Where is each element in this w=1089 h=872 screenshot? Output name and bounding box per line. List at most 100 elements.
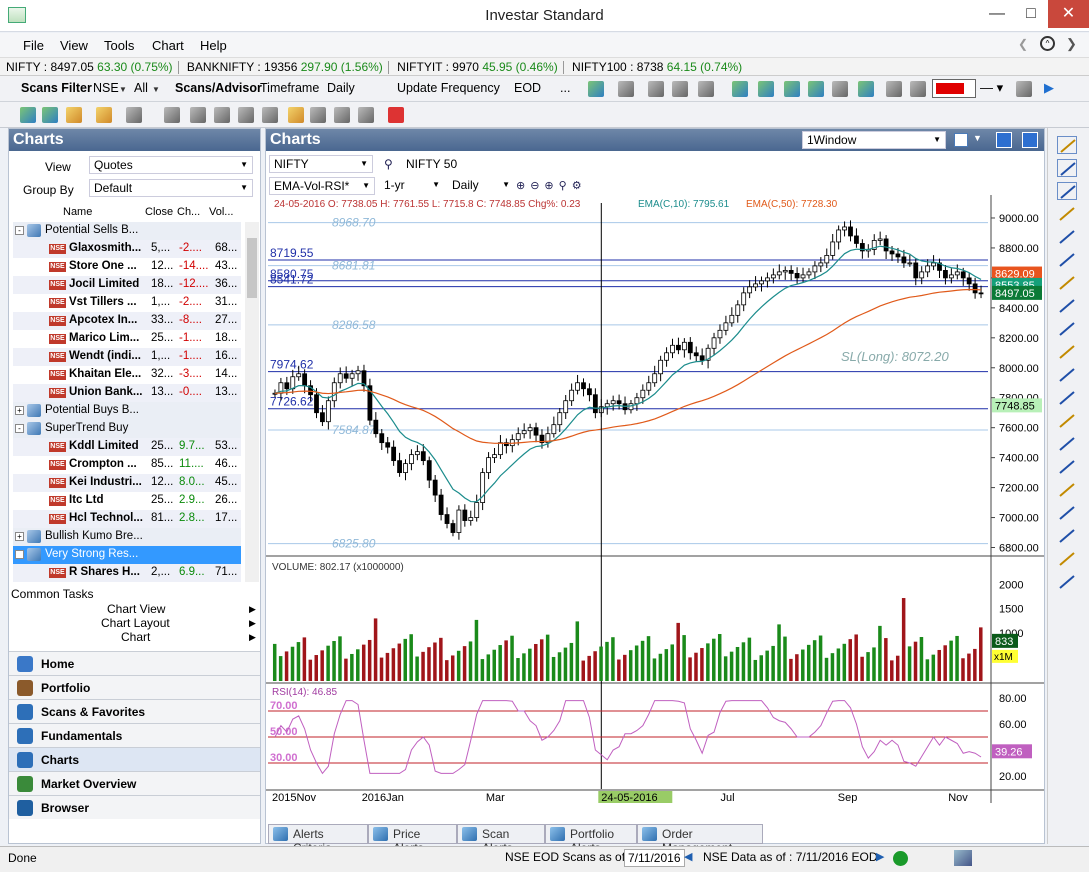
cursor-tool-icon[interactable] bbox=[1057, 136, 1077, 154]
crosshair-tool-icon[interactable] bbox=[1057, 159, 1077, 177]
table-row[interactable]: NSE Kddl Limited 25... 9.7... 53... bbox=[13, 438, 241, 456]
notes-icon[interactable] bbox=[910, 81, 926, 97]
more-button[interactable]: ... bbox=[560, 81, 570, 95]
cursor-icon[interactable] bbox=[648, 81, 664, 97]
nav-portfolio[interactable]: Portfolio bbox=[9, 675, 260, 699]
table-row[interactable]: NSE Crompton ... 85... 11.... 46... bbox=[13, 456, 241, 474]
study-icon[interactable] bbox=[758, 81, 774, 97]
color-picker[interactable] bbox=[932, 79, 976, 98]
task-chart-view[interactable]: Chart View bbox=[107, 602, 165, 616]
menu-tools[interactable]: Tools bbox=[104, 38, 134, 53]
sync-icon[interactable] bbox=[214, 107, 230, 123]
expand-icon[interactable]: + bbox=[15, 532, 24, 541]
print-icon[interactable] bbox=[698, 81, 714, 97]
tab-order-management[interactable]: Order Management bbox=[637, 824, 763, 855]
chevron-down-icon[interactable]: ▼ bbox=[152, 85, 160, 94]
close-icon[interactable]: ✕ bbox=[1048, 0, 1089, 28]
detach-chart-icon[interactable] bbox=[1022, 132, 1038, 148]
table-row[interactable]: NSE Glaxosmith... 5,... -2.... 68... bbox=[13, 240, 241, 258]
window-select[interactable]: 1Window ▼ bbox=[802, 131, 946, 149]
fan-tool-icon[interactable] bbox=[1057, 550, 1077, 568]
delete-icon[interactable] bbox=[388, 107, 404, 123]
task-chart[interactable]: Chart bbox=[121, 630, 150, 644]
watchlist-icon[interactable] bbox=[262, 107, 278, 123]
refresh-icon[interactable] bbox=[20, 107, 36, 123]
ellipse-tool-icon[interactable] bbox=[1057, 366, 1077, 384]
lock-icon[interactable] bbox=[288, 107, 304, 123]
layout-icon[interactable] bbox=[618, 81, 634, 97]
table-row[interactable]: NSE Marico Lim... 25... -1.... 18... bbox=[13, 330, 241, 348]
drawing-icon[interactable] bbox=[832, 81, 848, 97]
table-row[interactable]: NSE Wendt (indi... 1,... -1.... 16... bbox=[13, 348, 241, 366]
status-right-icon[interactable]: ▶ bbox=[876, 850, 884, 863]
speed-tool-icon[interactable] bbox=[1057, 504, 1077, 522]
fibonacci-tool-icon[interactable] bbox=[1057, 274, 1077, 292]
nav-charts[interactable]: Charts bbox=[9, 747, 260, 771]
col-close[interactable]: Close bbox=[145, 206, 173, 218]
channel-tool-icon[interactable] bbox=[1057, 297, 1077, 315]
tab-price-alerts[interactable]: Price Alerts bbox=[368, 824, 457, 855]
plus-tool-icon[interactable] bbox=[1057, 182, 1077, 200]
nav-fundamentals[interactable]: Fundamentals bbox=[9, 723, 260, 747]
menu-file[interactable]: File bbox=[23, 38, 44, 53]
exchange-select[interactable]: NSE bbox=[93, 81, 119, 95]
arrow-tool-icon[interactable] bbox=[1057, 458, 1077, 476]
table-row[interactable]: NSE Union Bank... 13... -0.... 13... bbox=[13, 384, 241, 402]
scan-group[interactable]: + Bullish Kumo Bre... bbox=[13, 528, 241, 546]
nav-home[interactable]: Home bbox=[9, 651, 260, 675]
pitchfork-tool-icon[interactable] bbox=[1057, 435, 1077, 453]
expand-icon[interactable]: + bbox=[15, 406, 24, 415]
line-style-select[interactable]: — ▾ bbox=[980, 80, 1003, 96]
table-row[interactable]: NSE Store One ... 12... -14.... 43... bbox=[13, 258, 241, 276]
minimize-icon[interactable]: — bbox=[980, 0, 1014, 28]
compare-icon[interactable] bbox=[238, 107, 254, 123]
table-row[interactable]: NSE Itc Ltd 25... 2.9... 26... bbox=[13, 492, 241, 510]
update-frequency-select[interactable]: EOD bbox=[514, 81, 541, 95]
table-row[interactable]: NSE Khaitan Ele... 32... -3.... 14... bbox=[13, 366, 241, 384]
chevron-left-icon[interactable]: ❮ bbox=[1018, 37, 1028, 51]
triangle-tool-icon[interactable] bbox=[1057, 389, 1077, 407]
cube-icon[interactable] bbox=[858, 81, 874, 97]
search-icon[interactable]: ⚲ bbox=[384, 157, 393, 171]
chart-window-icon[interactable] bbox=[66, 107, 82, 123]
nav-browser[interactable]: Browser bbox=[9, 795, 260, 819]
price-chart[interactable]: 24-05-2016 O: 7738.05 H: 7761.55 L: 7715… bbox=[266, 195, 1044, 803]
group-by-select[interactable]: Default ▼ bbox=[89, 179, 253, 197]
cycle-tool-icon[interactable] bbox=[1057, 481, 1077, 499]
view-select[interactable]: Quotes ▼ bbox=[89, 156, 253, 174]
task-chart-layout[interactable]: Chart Layout bbox=[101, 616, 170, 630]
nav-scans-favorites[interactable]: Scans & Favorites bbox=[9, 699, 260, 723]
indicator-icon[interactable] bbox=[732, 81, 748, 97]
scan-group[interactable]: - SuperTrend Buy bbox=[13, 420, 241, 438]
maximize-icon[interactable]: □ bbox=[1014, 0, 1048, 28]
col-change[interactable]: Ch... bbox=[177, 206, 200, 218]
table-row[interactable]: NSE Jocil Limited 18... -12.... 36... bbox=[13, 276, 241, 294]
status-left-icon[interactable]: ◀ bbox=[684, 850, 692, 863]
andrews-tool-icon[interactable] bbox=[1057, 573, 1077, 591]
timeframe-select[interactable]: Daily bbox=[327, 81, 355, 95]
table-row[interactable]: NSE Apcotex In... 33... -8.... 27... bbox=[13, 312, 241, 330]
line-study-icon[interactable] bbox=[784, 81, 800, 97]
symbol-select[interactable]: NIFTY ▼ bbox=[269, 155, 373, 173]
play-icon[interactable]: ▶ bbox=[1044, 80, 1054, 96]
trendline-tool-icon[interactable] bbox=[1057, 228, 1077, 246]
table-row[interactable]: NSE Kei Industri... 12... 8.0... 45... bbox=[13, 474, 241, 492]
zoom-tools[interactable]: ⊕⊖⊕⚲⚙ bbox=[516, 179, 587, 192]
nav-market-overview[interactable]: Market Overview bbox=[9, 771, 260, 795]
col-name[interactable]: Name bbox=[63, 206, 92, 218]
scans-advisor-label[interactable]: Scans/Advisor bbox=[175, 81, 262, 95]
tab-portfolio-alerts[interactable]: Portfolio Alerts bbox=[545, 824, 637, 855]
arc-tool-icon[interactable] bbox=[1057, 412, 1077, 430]
download-icon[interactable] bbox=[42, 107, 58, 123]
window-icon[interactable] bbox=[954, 133, 968, 147]
table-row[interactable]: NSE Hcl Technol... 81... 2.8... 17... bbox=[13, 510, 241, 528]
template-select[interactable]: EMA-Vol-RSI* ▼ bbox=[269, 177, 375, 195]
maximize-chart-icon[interactable] bbox=[996, 132, 1012, 148]
text-tool-icon[interactable] bbox=[1057, 205, 1077, 223]
collapse-icon[interactable]: - bbox=[15, 550, 24, 559]
settings-icon[interactable] bbox=[358, 107, 374, 123]
collapse-icon[interactable]: - bbox=[15, 226, 24, 235]
scan-group[interactable]: - Potential Sells B... bbox=[13, 222, 241, 240]
pattern-icon[interactable] bbox=[808, 81, 824, 97]
ray-tool-icon[interactable] bbox=[1057, 251, 1077, 269]
